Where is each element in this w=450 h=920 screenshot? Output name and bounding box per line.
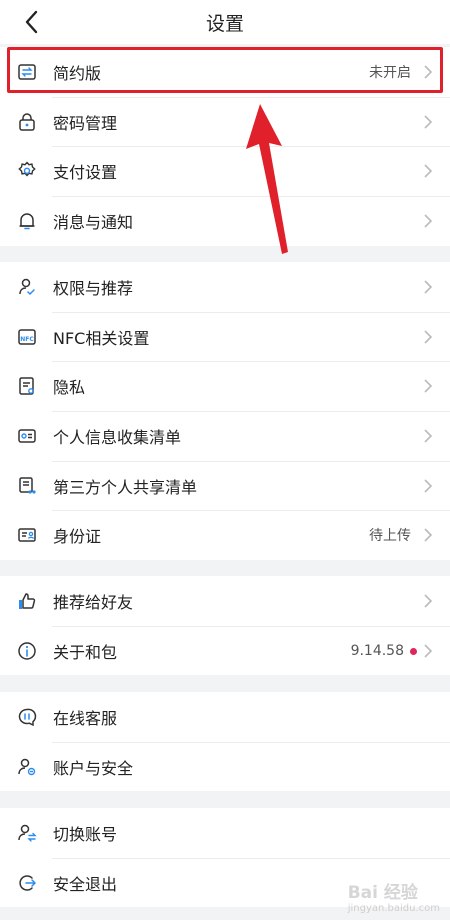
chevron-right-icon [424,594,433,608]
row-personal-info-list[interactable]: 个人信息收集清单 [0,411,450,461]
row-switch-account[interactable]: 切换账号 [0,808,450,858]
update-badge [410,647,417,655]
lock-icon [19,112,35,131]
watermark-url: jingyan.baidu.com [347,903,440,914]
settings-group-3: 推荐给好友 关于和包 9.14.58 [0,576,450,676]
row-third-party-list[interactable]: 第三方个人共享清单 [0,460,450,511]
row-label: 个人信息收集清单 [53,427,182,447]
row-value: 未开启 [369,64,411,81]
row-about[interactable]: 关于和包 9.14.58 [0,625,450,676]
row-customer-service[interactable]: 在线客服 [0,692,450,742]
chevron-right-icon [424,214,433,228]
id-card-icon [18,429,36,443]
switch-account-icon [18,824,37,842]
row-label: 支付设置 [53,163,118,183]
row-label: 第三方个人共享清单 [53,477,198,497]
chat-icon [18,708,37,727]
page-title: 设置 [205,13,244,35]
settings-group-4: 在线客服 账户与安全 [0,692,450,792]
row-label: 简约版 [53,63,102,83]
chevron-right-icon [424,479,433,493]
row-label: 安全退出 [53,874,118,894]
row-nfc[interactable]: NFC NFC相关设置 [0,311,450,362]
chevron-right-icon [424,429,433,443]
share-list-icon [19,477,36,494]
simple-mode-icon [18,64,36,80]
chevron-right-icon [424,528,433,543]
watermark-brand: Bai 经验 [347,883,418,903]
nfc-icon: NFC [18,328,36,345]
identity-card-icon [18,528,36,543]
permission-icon [19,278,35,296]
row-label: 在线客服 [53,708,118,728]
row-label: NFC相关设置 [53,328,150,348]
row-label: 切换账号 [53,824,118,844]
chevron-right-icon [424,115,433,129]
chevron-right-icon [424,65,433,79]
row-label: 关于和包 [53,642,118,662]
privacy-icon [19,377,34,396]
row-value: 待上传 [369,528,411,545]
user-shield-icon [18,758,36,775]
row-privacy[interactable]: 隐私 [0,361,450,411]
row-id-card[interactable]: 身份证 待上传 [0,510,450,560]
chevron-right-icon [424,280,433,294]
row-simple-mode[interactable]: 简约版 未开启 [0,47,450,97]
bell-icon [19,213,35,230]
row-payment[interactable]: 支付设置 [0,146,450,196]
chevron-right-icon [424,330,433,344]
row-account-security[interactable]: 账户与安全 [0,741,450,792]
settings-group-1: 简约版 未开启 密码管理 支付设置 消息与通知 [0,47,450,246]
chevron-right-icon [424,164,433,178]
settings-group-2: 权限与推荐 NFC NFC相关设置 隐私 个人信息收集清单 第三方个人共享清单 … [0,262,450,561]
row-recommend[interactable]: 推荐给好友 [0,576,450,626]
thumbs-up-icon [19,593,36,609]
row-label: 隐私 [53,378,86,398]
watermark-logo: Bai 经验 jingyan.baidu.com [348,878,440,914]
row-label: 权限与推荐 [53,278,134,298]
row-notifications[interactable]: 消息与通知 [0,196,450,246]
chevron-right-icon [424,379,433,393]
chevron-right-icon [424,644,433,658]
info-icon [18,641,36,660]
row-label: 账户与安全 [53,758,134,778]
logout-icon [19,875,37,891]
row-label: 密码管理 [53,113,118,133]
row-label: 推荐给好友 [53,592,134,612]
row-password[interactable]: 密码管理 [0,96,450,147]
row-label: 身份证 [53,527,102,547]
row-label: 消息与通知 [53,212,134,232]
gear-icon [18,161,36,177]
row-permissions[interactable]: 权限与推荐 [0,262,450,312]
svg-text:NFC: NFC [20,336,34,343]
version-value: 9.14.58 [350,642,404,659]
header-bar: 设置 [0,0,450,44]
